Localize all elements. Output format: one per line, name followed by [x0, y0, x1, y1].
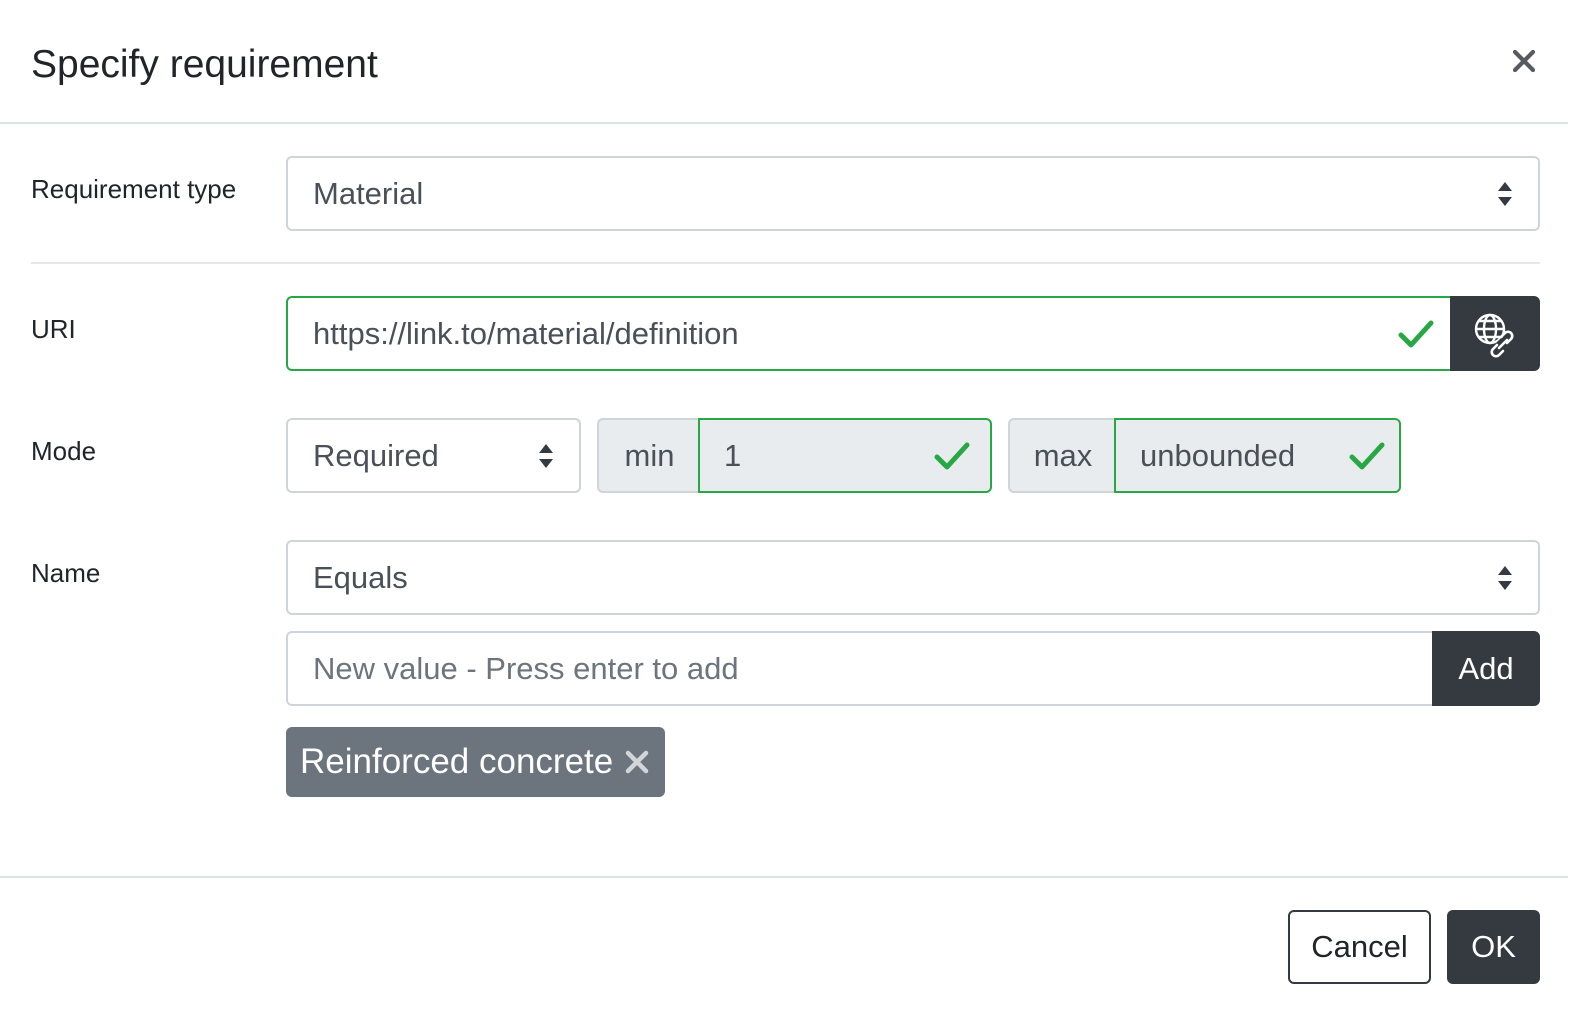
uri-label: URI [31, 314, 76, 344]
max-value: unbounded [1140, 437, 1296, 473]
sort-arrows-icon [1498, 565, 1512, 590]
check-icon [934, 442, 970, 469]
mode-select[interactable]: Required [286, 418, 581, 493]
value-tag-label: Reinforced concrete [300, 742, 614, 781]
section-divider [31, 262, 1540, 264]
value-tag: Reinforced concrete [286, 727, 666, 797]
requirement-type-label: Requirement type [31, 174, 237, 204]
min-value: 1 [724, 437, 742, 473]
name-operator-value: Equals [313, 559, 408, 595]
requirement-type-value: Material [313, 175, 424, 211]
max-addon: max [1008, 418, 1116, 493]
close-button[interactable] [1502, 38, 1546, 84]
close-icon [1512, 49, 1536, 73]
check-icon [1398, 320, 1434, 347]
mode-label: Mode [31, 436, 97, 466]
name-label: Name [31, 558, 101, 588]
new-value-input[interactable] [313, 650, 1433, 687]
name-operator-select[interactable]: Equals [286, 540, 1540, 615]
globe-link-icon [1474, 313, 1514, 358]
dialog-header: Specify requirement [0, 0, 1568, 124]
open-uri-button[interactable] [1450, 296, 1540, 371]
footer-divider [0, 876, 1568, 878]
mode-value: Required [313, 437, 439, 473]
uri-value: https://link.to/material/definition [313, 315, 739, 351]
specify-requirement-dialog: Specify requirement Requirement type Mat… [0, 0, 1568, 1014]
requirement-type-select[interactable]: Material [286, 156, 1540, 231]
uri-input[interactable]: https://link.to/material/definition [286, 296, 1452, 371]
min-input[interactable]: 1 [698, 418, 992, 493]
check-icon [1349, 442, 1385, 469]
sort-arrows-icon [539, 443, 553, 468]
ok-button[interactable]: OK [1447, 910, 1540, 984]
new-value-field[interactable] [286, 631, 1433, 706]
dialog-title: Specify requirement [31, 43, 378, 86]
min-addon: min [597, 418, 700, 493]
sort-arrows-icon [1498, 181, 1512, 206]
max-input[interactable]: unbounded [1114, 418, 1401, 493]
remove-x-icon[interactable] [625, 750, 649, 774]
add-value-button[interactable]: Add [1432, 631, 1540, 706]
cancel-button[interactable]: Cancel [1288, 910, 1431, 984]
